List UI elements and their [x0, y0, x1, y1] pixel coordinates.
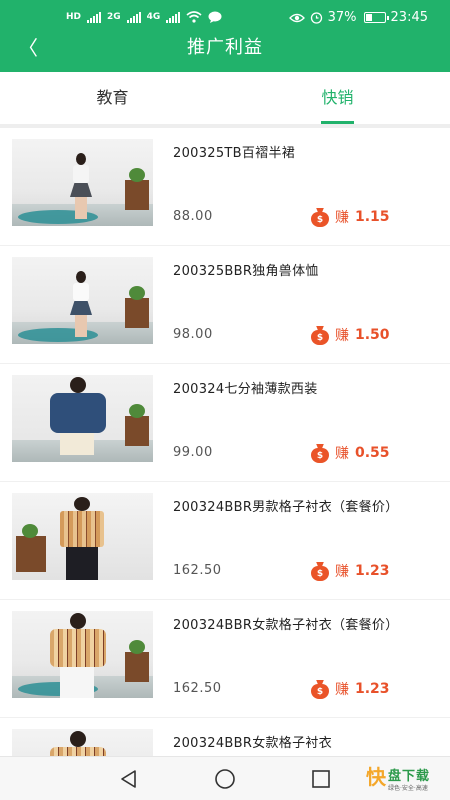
hd-label: HD	[66, 12, 82, 22]
brand-name: 盘下载	[388, 769, 431, 784]
earn-label: 赚	[335, 328, 349, 344]
earn-label: 赚	[335, 682, 349, 698]
product-image	[12, 611, 153, 698]
eye-icon	[288, 13, 305, 22]
status-right-group: 37% 23:45	[288, 10, 428, 25]
money-bag-icon: $	[311, 679, 329, 699]
product-price: 99.00	[173, 445, 213, 460]
status-bar: HD 2G 4G 37% 23:45	[0, 0, 450, 36]
product-item[interactable]: 200324BBR女款格子衬衣（套餐价） 162.50 $ 赚 1.23	[0, 600, 450, 718]
product-item[interactable]: 200324BBR男款格子衬衣（套餐价） 162.50 $ 赚 1.23	[0, 482, 450, 600]
product-item[interactable]: 200324七分袖薄款西装 99.00 $ 赚 0.55	[0, 364, 450, 482]
battery-percent: 37%	[327, 10, 357, 25]
money-bag-icon: $	[311, 207, 329, 227]
money-bag-icon: $	[311, 325, 329, 345]
earn-amount: 1.15	[355, 209, 390, 225]
tab-bar: 教育 快销	[0, 72, 450, 124]
watermark-logo: 快 盘下载 绿色·安全·高速	[366, 763, 442, 795]
product-image	[12, 139, 153, 226]
recent-square-icon[interactable]	[309, 767, 333, 791]
money-bag-icon: $	[311, 561, 329, 581]
product-item[interactable]: 200325TB百褶半裙 88.00 $ 赚 1.15	[0, 128, 450, 246]
product-image	[12, 257, 153, 344]
product-price: 88.00	[173, 209, 213, 224]
earn-badge: $ 赚 1.23	[311, 561, 390, 581]
clock: 23:45	[390, 10, 428, 25]
product-price: 162.50	[173, 681, 222, 696]
product-item[interactable]: 200324BBR女款格子衬衣	[0, 718, 450, 756]
product-name: 200324七分袖薄款西装	[173, 382, 318, 397]
page-title: 推广利益	[187, 37, 263, 58]
earn-amount: 1.23	[355, 681, 390, 697]
signal-icon-3	[166, 11, 181, 23]
earn-badge: $ 赚 1.15	[311, 207, 390, 227]
earn-amount: 1.23	[355, 563, 390, 579]
product-image	[12, 493, 153, 580]
network-4g-label: 4G	[146, 12, 161, 22]
tab-education[interactable]: 教育	[0, 72, 225, 124]
earn-badge: $ 赚 1.50	[311, 325, 390, 345]
app-header: 〈 推广利益	[0, 36, 450, 72]
wifi-icon	[186, 11, 202, 23]
earn-amount: 1.50	[355, 327, 390, 343]
earn-label: 赚	[335, 446, 349, 462]
earn-label: 赚	[335, 210, 349, 226]
product-image	[12, 375, 153, 462]
status-left-group: HD 2G 4G	[66, 11, 222, 23]
brand-mark: 快	[366, 765, 386, 789]
earn-badge: $ 赚 1.23	[311, 679, 390, 699]
product-name: 200324BBR女款格子衬衣	[173, 736, 332, 751]
product-name: 200325TB百褶半裙	[173, 146, 296, 161]
product-name: 200324BBR男款格子衬衣（套餐价）	[173, 500, 399, 515]
product-price: 98.00	[173, 327, 213, 342]
tab-education-label: 教育	[96, 88, 129, 107]
product-list: 200325TB百褶半裙 88.00 $ 赚 1.15 200325BBR独角兽…	[0, 128, 450, 756]
earn-amount: 0.55	[355, 445, 390, 461]
product-image	[12, 729, 153, 756]
back-triangle-icon[interactable]	[117, 767, 141, 791]
battery-icon	[363, 12, 389, 23]
signal-icon-2	[126, 11, 141, 23]
earn-badge: $ 赚 0.55	[311, 443, 390, 463]
alarm-icon	[310, 12, 322, 24]
money-bag-icon: $	[311, 443, 329, 463]
product-name: 200325BBR独角兽体恤	[173, 264, 319, 279]
signal-icon	[87, 11, 102, 23]
product-name: 200324BBR女款格子衬衣（套餐价）	[173, 618, 399, 633]
message-icon	[208, 11, 222, 23]
tab-fast-sale[interactable]: 快销	[225, 72, 450, 124]
product-item[interactable]: 200325BBR独角兽体恤 98.00 $ 赚 1.50	[0, 246, 450, 364]
network-2g-label: 2G	[107, 12, 121, 22]
system-nav-bar: 快 盘下载 绿色·安全·高速	[0, 756, 450, 800]
product-price: 162.50	[173, 563, 222, 578]
brand-slogan: 绿色·安全·高速	[388, 785, 428, 792]
earn-label: 赚	[335, 564, 349, 580]
home-circle-icon[interactable]	[213, 767, 237, 791]
tab-fast-sale-label: 快销	[321, 88, 354, 107]
